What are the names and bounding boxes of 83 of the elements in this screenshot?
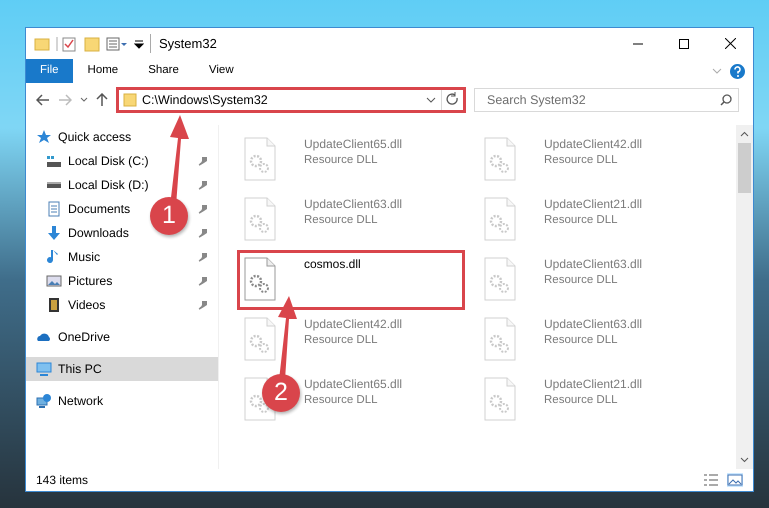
dll-file-icon xyxy=(484,257,516,301)
drive-icon xyxy=(46,181,62,189)
sidebar-item[interactable]: Downloads xyxy=(68,224,129,242)
close-icon xyxy=(724,38,736,49)
help-icon[interactable] xyxy=(730,64,745,78)
file-type: Resource DLL xyxy=(544,333,619,348)
pin-icon[interactable] xyxy=(198,276,208,286)
file-name: UpdateClient42.dll xyxy=(544,137,642,152)
dll-file-icon xyxy=(244,257,276,301)
network-icon xyxy=(36,393,52,409)
checklist-icon[interactable] xyxy=(56,36,78,52)
file-name: UpdateClient65.dll xyxy=(304,377,402,392)
thumbnail-view-icon[interactable] xyxy=(727,473,743,487)
film-icon xyxy=(46,297,62,313)
chevron-down-icon[interactable] xyxy=(80,97,88,103)
pin-icon[interactable] xyxy=(198,228,208,238)
dll-file-icon xyxy=(484,137,516,181)
document-icon xyxy=(46,201,62,217)
file-type: Resource DLL xyxy=(304,393,379,408)
picture-icon xyxy=(46,273,62,289)
file-name: UpdateClient63.dll xyxy=(304,197,402,212)
maximize-icon xyxy=(679,38,689,48)
scrollbar-thumb[interactable] xyxy=(738,143,751,193)
chevron-down-icon[interactable] xyxy=(426,97,436,103)
ribbon-tab[interactable]: Share xyxy=(133,59,194,83)
folder-icon xyxy=(123,93,137,107)
file-type: Resource DLL xyxy=(304,153,379,168)
dll-file-icon xyxy=(484,317,516,361)
sidebar-item[interactable]: OneDrive xyxy=(58,328,110,346)
sidebar-item[interactable]: Local Disk (C:) xyxy=(68,152,149,170)
chevron-up-icon[interactable] xyxy=(740,131,749,137)
dll-file-icon xyxy=(244,317,276,361)
search-icon[interactable] xyxy=(720,94,732,106)
item-count: 143 items xyxy=(36,472,88,489)
drive-icon xyxy=(46,154,62,168)
properties-icon[interactable] xyxy=(106,36,128,50)
back-arrow-icon[interactable] xyxy=(36,94,50,106)
file-name: cosmos.dll xyxy=(304,257,361,272)
pin-icon[interactable] xyxy=(198,252,208,262)
window-title: System32 xyxy=(150,34,217,54)
file-item[interactable]: cosmos.dll xyxy=(237,250,465,310)
scrollbar[interactable] xyxy=(736,125,753,469)
file-menu-button[interactable]: File xyxy=(26,59,73,83)
up-arrow-icon[interactable] xyxy=(96,93,108,107)
dropdown-icon[interactable] xyxy=(134,38,144,48)
file-type: Resource DLL xyxy=(304,213,379,228)
pin-icon[interactable] xyxy=(198,300,208,310)
ribbon-tab[interactable]: View xyxy=(194,59,249,83)
computer-icon xyxy=(36,361,52,377)
sidebar-item[interactable]: Network xyxy=(58,392,104,410)
star-icon xyxy=(36,129,52,145)
dll-file-icon xyxy=(244,197,276,241)
file-name: UpdateClient21.dll xyxy=(544,377,642,392)
file-name: UpdateClient21.dll xyxy=(544,197,642,212)
file-name: UpdateClient63.dll xyxy=(544,317,642,332)
minimize-icon xyxy=(633,42,643,44)
sidebar-item[interactable]: Quick access xyxy=(58,128,132,146)
dll-file-icon xyxy=(484,377,516,421)
file-type: Resource DLL xyxy=(544,393,619,408)
sidebar-item[interactable]: Pictures xyxy=(68,272,112,290)
file-type: Resource DLL xyxy=(304,333,379,348)
file-name: UpdateClient63.dll xyxy=(544,257,642,272)
download-arrow-icon xyxy=(46,225,62,241)
chevron-down-icon[interactable] xyxy=(740,457,749,463)
address-bar[interactable]: C:\Windows\System32 xyxy=(116,87,466,113)
pin-icon[interactable] xyxy=(198,156,208,166)
sidebar-item[interactable]: Documents xyxy=(68,200,130,218)
pin-icon[interactable] xyxy=(198,180,208,190)
file-type: Resource DLL xyxy=(544,213,619,228)
dll-file-icon xyxy=(244,137,276,181)
file-type: Resource DLL xyxy=(544,153,619,168)
search-box[interactable]: Search System32 xyxy=(474,88,739,112)
sidebar-item[interactable]: Music xyxy=(68,248,100,266)
file-name: UpdateClient42.dll xyxy=(304,317,402,332)
file-type: Resource DLL xyxy=(544,273,619,288)
pin-icon[interactable] xyxy=(198,204,208,214)
sidebar-item[interactable]: Local Disk (D:) xyxy=(68,176,149,194)
sidebar-item[interactable]: This PC xyxy=(26,357,218,381)
file-name: UpdateClient65.dll xyxy=(304,137,402,152)
dll-file-icon xyxy=(484,197,516,241)
ribbon-tab[interactable]: Home xyxy=(72,59,134,83)
sidebar-item[interactable]: Videos xyxy=(68,296,106,314)
details-view-icon[interactable] xyxy=(703,473,719,487)
